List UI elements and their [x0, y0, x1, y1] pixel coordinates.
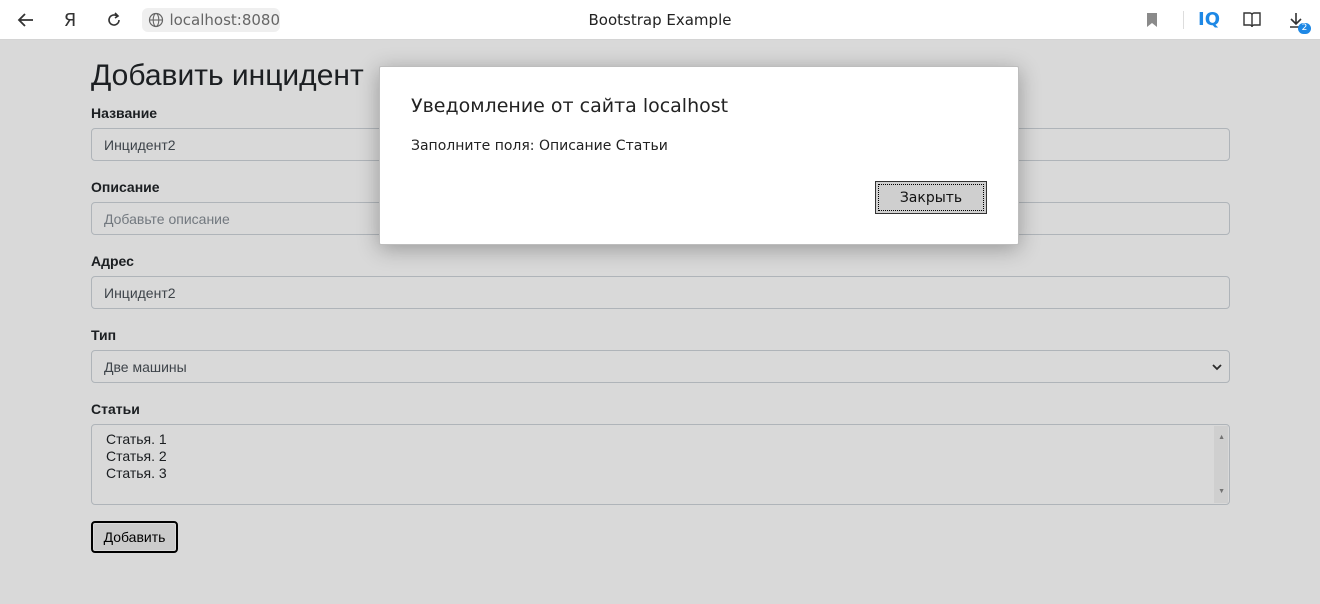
toolbar-separator	[1183, 11, 1184, 29]
reader-mode-icon[interactable]	[1240, 8, 1264, 32]
bookmark-icon[interactable]	[1140, 8, 1164, 32]
page-title: Bootstrap Example	[588, 11, 732, 29]
dialog-message: Заполните поля: Описание Статьи	[411, 138, 668, 154]
browser-toolbar: Я localhost:8080 Bootstrap Example IQ 2	[0, 0, 1320, 40]
dialog-title: Уведомление от сайта localhost	[411, 95, 729, 117]
close-button[interactable]: Закрыть	[875, 181, 987, 214]
alert-dialog: Уведомление от сайта localhost Заполните…	[379, 66, 1019, 245]
iq-extension-icon[interactable]: IQ	[1198, 9, 1220, 30]
downloads-count-badge: 2	[1298, 23, 1311, 34]
